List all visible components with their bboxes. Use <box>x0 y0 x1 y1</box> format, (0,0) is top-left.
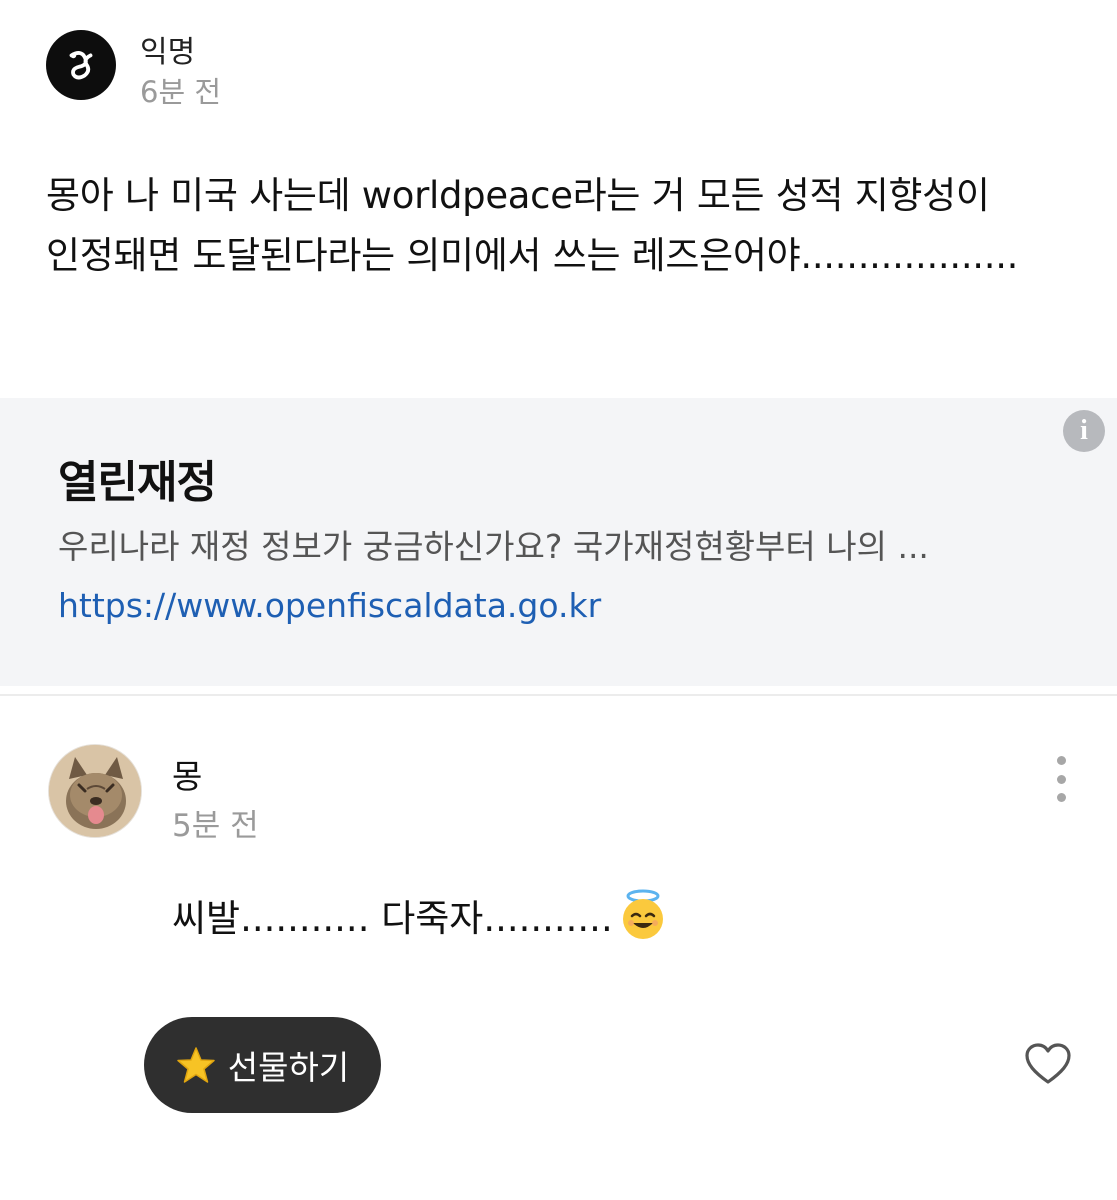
comment-author: 몽 <box>172 757 203 796</box>
post-time: 6분 전 <box>140 75 222 109</box>
smiling-face-with-halo-emoji <box>617 889 669 941</box>
post-meta: 익명 6분 전 <box>140 30 221 112</box>
comment-body: 씨발........... 다죽자........... <box>172 888 669 942</box>
info-icon[interactable]: i <box>1063 410 1105 452</box>
comment-time: 5분 전 <box>172 808 259 844</box>
link-card-title: 열린재정 <box>58 457 217 508</box>
cat-photo-avatar <box>49 745 141 837</box>
post-body: 몽아 나 미국 사는데 worldpeace라는 거 모든 성적 지향성이 인정… <box>46 166 1086 286</box>
post-header: 익명 6분 전 <box>46 30 221 112</box>
gift-button-label: 선물하기 <box>227 1048 350 1087</box>
anonymous-logo-icon <box>62 44 100 86</box>
comment-avatar[interactable] <box>48 744 142 838</box>
star-icon <box>176 1045 216 1085</box>
heart-outline-icon[interactable] <box>1024 1042 1072 1086</box>
post-body-line: 몽아 나 미국 사는데 worldpeace라는 거 모든 성적 지향성이 <box>46 174 990 217</box>
link-card-description: 우리나라 재정 정보가 궁금하신가요? 국가재정현황부터 나의 ... <box>58 527 929 566</box>
anonymous-avatar[interactable] <box>46 30 116 100</box>
link-preview-card[interactable]: i 열린재정 우리나라 재정 정보가 궁금하신가요? 국가재정현황부터 나의 .… <box>0 398 1117 686</box>
section-divider <box>0 694 1117 696</box>
post-author: 익명 <box>140 35 196 70</box>
gift-button[interactable]: 선물하기 <box>144 1017 381 1113</box>
post-body-line: 인정돼면 도달된다라는 의미에서 쓰는 레즈은어야...............… <box>46 234 1019 277</box>
comment-text: 씨발........... 다죽자........... <box>172 897 613 940</box>
link-card-url[interactable]: https://www.openfiscaldata.go.kr <box>58 586 601 625</box>
more-vertical-icon[interactable] <box>1050 756 1072 802</box>
